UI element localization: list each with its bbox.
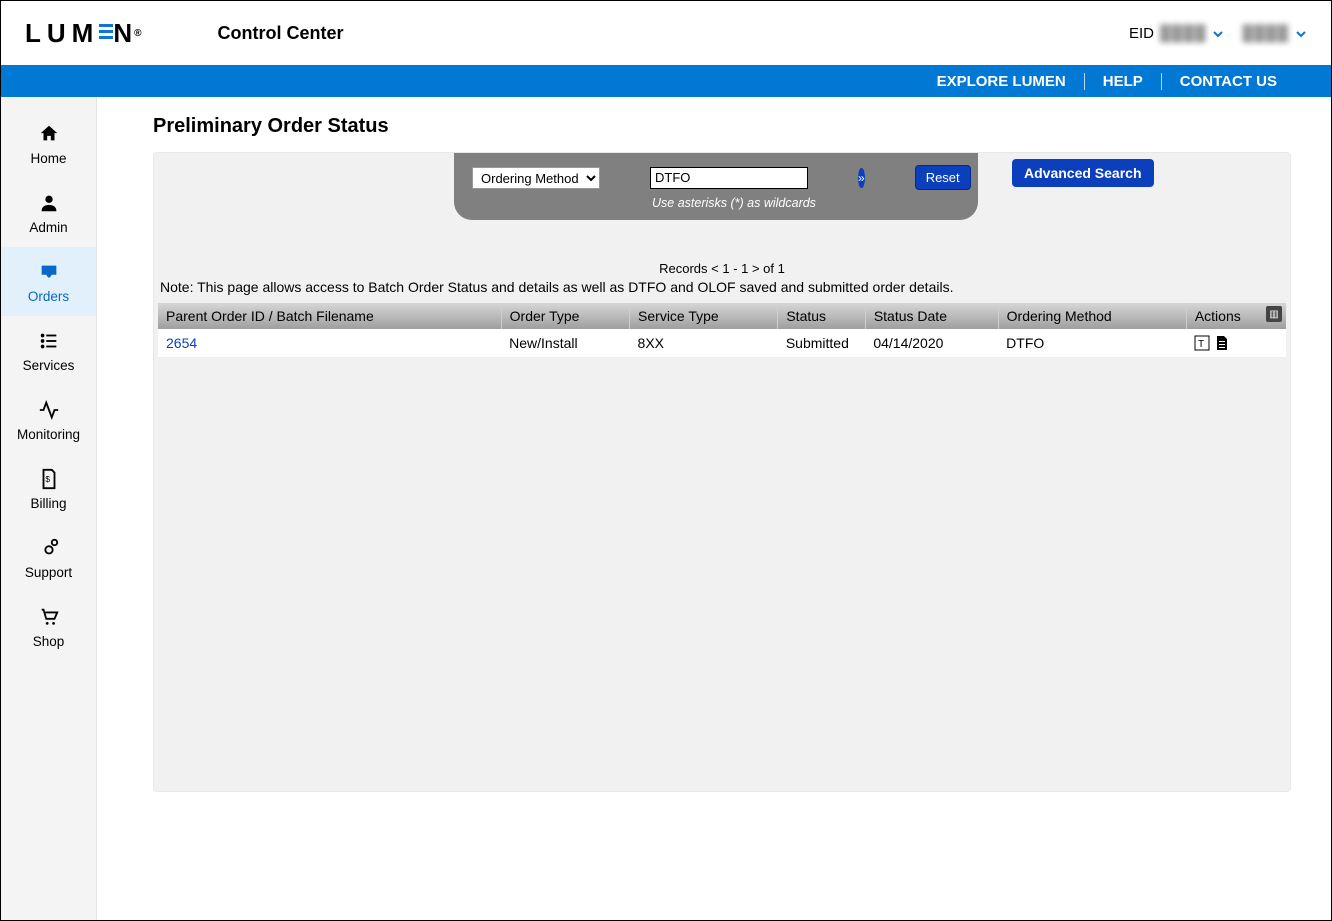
- chevron-down-icon: [1295, 27, 1307, 39]
- sidebar-item-label: Services: [23, 358, 75, 373]
- sidebar-item-label: Support: [25, 565, 72, 580]
- activity-icon: [38, 399, 60, 421]
- sidebar-item-label: Home: [30, 151, 66, 166]
- sidebar-item-services[interactable]: Services: [1, 316, 96, 385]
- text-detail-icon[interactable]: T: [1194, 335, 1210, 351]
- cell-service-type: 8XX: [630, 329, 778, 358]
- cell-status-date: 04/14/2020: [865, 329, 998, 358]
- eid-value: ████: [1160, 25, 1207, 42]
- column-chooser-icon[interactable]: ▥: [1266, 306, 1282, 322]
- th-status[interactable]: Status: [778, 303, 865, 329]
- ordering-method-select[interactable]: Ordering Method: [472, 167, 600, 189]
- sidebar-item-home[interactable]: Home: [1, 109, 96, 178]
- sidebar-item-admin[interactable]: Admin: [1, 178, 96, 247]
- sidebar-item-support[interactable]: Support: [1, 523, 96, 592]
- sidebar-item-billing[interactable]: $ Billing: [1, 454, 96, 523]
- reset-button[interactable]: Reset: [915, 165, 971, 190]
- th-status-date[interactable]: Status Date: [865, 303, 998, 329]
- nav-contact[interactable]: CONTACT US: [1161, 73, 1295, 90]
- advanced-search-button[interactable]: Advanced Search: [1012, 159, 1154, 187]
- content-card: Ordering Method » Reset Use asterisks (*…: [153, 152, 1291, 792]
- sidebar-item-label: Billing: [30, 496, 66, 511]
- home-icon: [38, 123, 60, 145]
- gear-user-icon: [38, 537, 60, 559]
- invoice-icon: $: [38, 468, 60, 490]
- page-title: Preliminary Order Status: [153, 115, 1291, 138]
- lumen-logo: LUMN®: [25, 18, 147, 49]
- orders-table: Parent Order ID / Batch Filename Order T…: [158, 303, 1286, 358]
- sidebar-item-label: Shop: [33, 634, 65, 649]
- svg-text:T: T: [1198, 339, 1204, 350]
- page-note: Note: This page allows access to Batch O…: [160, 279, 953, 295]
- order-link[interactable]: 2654: [166, 335, 197, 351]
- user-dropdown[interactable]: ████: [1242, 25, 1307, 42]
- cell-status: Submitted: [778, 329, 865, 358]
- nav-help[interactable]: HELP: [1084, 73, 1161, 90]
- th-ordering-method[interactable]: Ordering Method: [998, 303, 1186, 329]
- sidebar-item-label: Admin: [29, 220, 67, 235]
- eid-label: EID: [1129, 25, 1154, 42]
- inbox-icon: [38, 261, 60, 283]
- sidebar-item-shop[interactable]: Shop: [1, 592, 96, 661]
- svg-text:$: $: [45, 475, 50, 484]
- document-icon[interactable]: [1214, 335, 1230, 351]
- cell-ordering-method: DTFO: [998, 329, 1186, 358]
- records-count: Records < 1 - 1 > of 1: [154, 261, 1290, 276]
- search-input[interactable]: [650, 167, 808, 189]
- sidebar: Home Admin Orders Services Monitoring $ …: [1, 97, 97, 920]
- eid-dropdown[interactable]: EID ████: [1129, 25, 1225, 42]
- th-actions: Actions ▥: [1186, 303, 1286, 329]
- th-parent[interactable]: Parent Order ID / Batch Filename: [158, 303, 501, 329]
- chevron-right-icon: »: [858, 171, 865, 185]
- table-row: 2654 New/Install 8XX Submitted 04/14/202…: [158, 329, 1286, 358]
- user-icon: [38, 192, 60, 214]
- sidebar-item-label: Monitoring: [17, 427, 80, 442]
- nav-explore[interactable]: EXPLORE LUMEN: [919, 73, 1084, 90]
- app-title: Control Center: [217, 23, 343, 44]
- filter-bar: Ordering Method » Reset Use asterisks (*…: [454, 153, 978, 220]
- sidebar-item-label: Orders: [28, 289, 69, 304]
- search-hint: Use asterisks (*) as wildcards: [652, 196, 960, 210]
- list-icon: [38, 330, 60, 352]
- cell-order-type: New/Install: [501, 329, 629, 358]
- sidebar-item-orders[interactable]: Orders: [1, 247, 96, 316]
- th-order-type[interactable]: Order Type: [501, 303, 629, 329]
- sidebar-item-monitoring[interactable]: Monitoring: [1, 385, 96, 454]
- cart-icon: [38, 606, 60, 628]
- chevron-down-icon: [1212, 27, 1224, 39]
- username: ████: [1242, 25, 1289, 42]
- th-service-type[interactable]: Service Type: [630, 303, 778, 329]
- search-go-button[interactable]: »: [858, 168, 865, 188]
